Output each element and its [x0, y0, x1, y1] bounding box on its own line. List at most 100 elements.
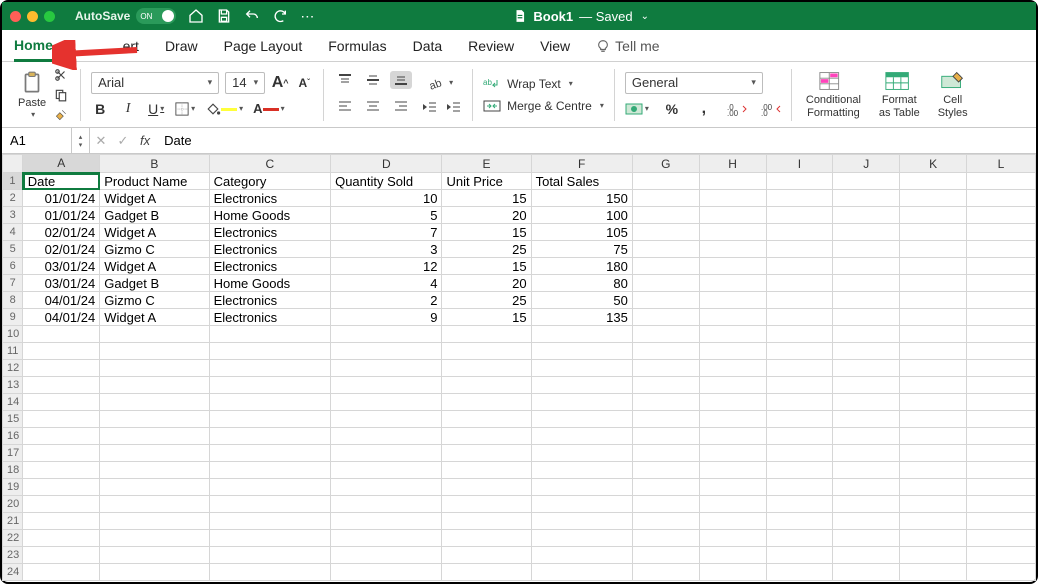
row-header[interactable]: 15: [3, 411, 23, 428]
cell[interactable]: [209, 479, 331, 496]
cell[interactable]: 01/01/24: [23, 190, 100, 207]
cell[interactable]: [531, 564, 632, 581]
minimize-window-dot[interactable]: [27, 11, 38, 22]
cell[interactable]: [442, 326, 531, 343]
cell[interactable]: [331, 394, 442, 411]
cell[interactable]: 15: [442, 224, 531, 241]
cell[interactable]: [100, 394, 209, 411]
column-header[interactable]: A: [23, 155, 100, 173]
cell[interactable]: [632, 479, 699, 496]
cell[interactable]: [531, 428, 632, 445]
tell-me[interactable]: Tell me: [596, 38, 685, 54]
cell[interactable]: [967, 326, 1036, 343]
cell[interactable]: [833, 496, 900, 513]
align-center-button[interactable]: [362, 97, 384, 115]
cell[interactable]: Widget A: [100, 224, 209, 241]
cell[interactable]: [531, 547, 632, 564]
cell[interactable]: [632, 224, 699, 241]
cell[interactable]: 4: [331, 275, 442, 292]
cell[interactable]: [699, 462, 766, 479]
wrap-text-button[interactable]: ab Wrap Text▾: [483, 77, 604, 91]
cell[interactable]: [967, 479, 1036, 496]
cell[interactable]: [531, 479, 632, 496]
increase-font-button[interactable]: A^: [271, 74, 289, 92]
save-icon[interactable]: [216, 8, 232, 24]
cell[interactable]: [632, 309, 699, 326]
cell[interactable]: [967, 411, 1036, 428]
cell[interactable]: [442, 564, 531, 581]
name-box[interactable]: A1: [2, 128, 72, 153]
cell[interactable]: [833, 343, 900, 360]
cell[interactable]: [632, 326, 699, 343]
cell[interactable]: [766, 377, 833, 394]
close-window-dot[interactable]: [10, 11, 21, 22]
cell[interactable]: [766, 224, 833, 241]
cell[interactable]: Widget A: [100, 258, 209, 275]
cell[interactable]: [900, 496, 967, 513]
cell[interactable]: [967, 343, 1036, 360]
cell[interactable]: [331, 513, 442, 530]
formula-input[interactable]: Date: [156, 133, 191, 148]
cell[interactable]: [100, 445, 209, 462]
cell[interactable]: [442, 411, 531, 428]
cell[interactable]: [699, 309, 766, 326]
currency-button[interactable]: ▾: [625, 100, 649, 118]
cell[interactable]: [632, 190, 699, 207]
tab-insert[interactable]: Inert: [85, 38, 139, 54]
cell[interactable]: [209, 530, 331, 547]
cell[interactable]: [23, 479, 100, 496]
cell[interactable]: [23, 445, 100, 462]
cell[interactable]: Electronics: [209, 309, 331, 326]
cell[interactable]: [23, 462, 100, 479]
cell[interactable]: [766, 343, 833, 360]
cell[interactable]: [699, 513, 766, 530]
cell[interactable]: Home Goods: [209, 275, 331, 292]
cell[interactable]: [209, 326, 331, 343]
cell[interactable]: [833, 190, 900, 207]
more-icon[interactable]: ⋯: [300, 8, 314, 25]
cell[interactable]: [331, 360, 442, 377]
cell[interactable]: [900, 173, 967, 190]
cell[interactable]: [766, 411, 833, 428]
cell[interactable]: 03/01/24: [23, 258, 100, 275]
cell[interactable]: [331, 377, 442, 394]
cell[interactable]: [442, 394, 531, 411]
cell[interactable]: [209, 428, 331, 445]
cell[interactable]: [100, 428, 209, 445]
cell[interactable]: [766, 479, 833, 496]
cell[interactable]: 20: [442, 207, 531, 224]
cell[interactable]: [967, 241, 1036, 258]
cell[interactable]: [766, 547, 833, 564]
select-all-corner[interactable]: [3, 155, 23, 173]
cell[interactable]: [100, 564, 209, 581]
cell[interactable]: [531, 411, 632, 428]
cell[interactable]: [900, 343, 967, 360]
cell[interactable]: [632, 292, 699, 309]
row-header[interactable]: 23: [3, 547, 23, 564]
merge-centre-button[interactable]: Merge & Centre▾: [483, 99, 604, 113]
cell[interactable]: [209, 462, 331, 479]
cell[interactable]: 04/01/24: [23, 309, 100, 326]
row-header[interactable]: 19: [3, 479, 23, 496]
row-header[interactable]: 10: [3, 326, 23, 343]
cell[interactable]: [900, 207, 967, 224]
cell[interactable]: [632, 173, 699, 190]
align-left-button[interactable]: [334, 97, 356, 115]
cell[interactable]: [833, 326, 900, 343]
cell[interactable]: 180: [531, 258, 632, 275]
decrease-font-button[interactable]: Aˇ: [295, 74, 313, 92]
cell[interactable]: Gadget B: [100, 207, 209, 224]
cell[interactable]: [833, 462, 900, 479]
row-header[interactable]: 1: [3, 173, 23, 190]
cell[interactable]: [209, 343, 331, 360]
cell[interactable]: [531, 377, 632, 394]
cell[interactable]: [833, 258, 900, 275]
cell[interactable]: [23, 411, 100, 428]
column-header[interactable]: H: [699, 155, 766, 173]
cell[interactable]: [531, 326, 632, 343]
cell[interactable]: [967, 564, 1036, 581]
cell[interactable]: [100, 377, 209, 394]
cell[interactable]: Product Name: [100, 173, 209, 190]
cell[interactable]: [833, 479, 900, 496]
cell[interactable]: [632, 564, 699, 581]
